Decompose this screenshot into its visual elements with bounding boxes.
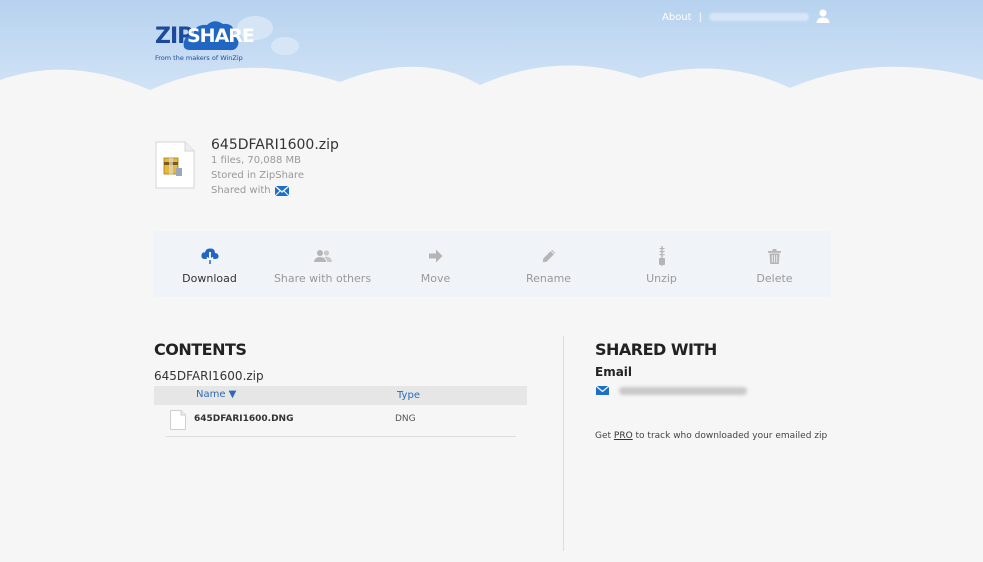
type-column-header[interactable]: Type bbox=[397, 390, 420, 401]
shared-with-heading: SHARED WITH bbox=[595, 340, 717, 359]
trash-icon bbox=[768, 248, 781, 264]
envelope-icon bbox=[596, 386, 609, 395]
move-label: Move bbox=[420, 272, 451, 285]
top-nav: About | bbox=[662, 10, 809, 24]
unzip-button[interactable]: Unzip bbox=[605, 231, 718, 297]
file-entry-name[interactable]: 645DFARI1600.DNG bbox=[194, 414, 293, 424]
section-divider bbox=[563, 336, 564, 551]
delete-button[interactable]: Delete bbox=[718, 231, 831, 297]
envelope-icon bbox=[274, 185, 289, 196]
unzip-label: Unzip bbox=[646, 272, 677, 285]
file-size-count: 1 files, 70,088 MB bbox=[211, 155, 301, 166]
table-row[interactable]: 645DFARI1600.DNG DNG bbox=[166, 407, 516, 437]
share-with-others-button[interactable]: Share with others bbox=[266, 231, 379, 297]
pencil-icon bbox=[542, 249, 555, 263]
move-button[interactable]: Move bbox=[379, 231, 492, 297]
zipshare-logo[interactable]: ZIP SHARE From the makers of WinZip bbox=[155, 18, 255, 66]
user-icon[interactable] bbox=[815, 8, 831, 24]
file-name: 645DFARI1600.zip bbox=[211, 137, 339, 153]
about-link[interactable]: About bbox=[662, 12, 692, 23]
file-entry-type: DNG bbox=[395, 414, 416, 424]
contents-zip-name: 645DFARI1600.zip bbox=[154, 369, 264, 383]
contents-table-header: Name ▼ Type bbox=[154, 386, 527, 405]
sky-background bbox=[0, 0, 983, 110]
rename-label: Rename bbox=[525, 272, 572, 285]
file-storage: Stored in ZipShare bbox=[211, 170, 305, 181]
logo-tagline: From the makers of WinZip bbox=[155, 54, 243, 62]
shared-email-row bbox=[596, 386, 747, 395]
page-header: ZIP SHARE From the makers of WinZip Abou… bbox=[0, 0, 983, 110]
shared-with-label: Shared with bbox=[211, 185, 271, 196]
share-with-others-label: Share with others bbox=[273, 272, 372, 285]
pro-suffix: to track who downloaded your emailed zip bbox=[632, 431, 828, 441]
users-icon bbox=[313, 250, 332, 262]
cloud-download-icon bbox=[200, 248, 219, 264]
delete-label: Delete bbox=[756, 272, 793, 285]
zip-file-icon bbox=[155, 141, 195, 189]
pro-prefix: Get bbox=[595, 431, 614, 441]
contents-heading: CONTENTS bbox=[154, 340, 247, 359]
rename-button[interactable]: Rename bbox=[492, 231, 605, 297]
zipper-icon bbox=[658, 246, 665, 266]
download-label: Download bbox=[182, 272, 237, 285]
download-button[interactable]: Download bbox=[153, 231, 266, 297]
email-label: Email bbox=[595, 365, 633, 379]
nav-separator: | bbox=[698, 11, 702, 23]
arrow-right-icon bbox=[428, 249, 442, 263]
file-icon bbox=[170, 410, 186, 430]
logo-share-text: SHARE bbox=[187, 25, 255, 47]
file-actions-toolbar: Download Share with others Move Rename U… bbox=[153, 231, 831, 297]
pro-upsell-text: Get PRO to track who downloaded your ema… bbox=[595, 431, 827, 441]
shared-email-blurred bbox=[619, 386, 747, 395]
name-column-header[interactable]: Name ▼ bbox=[196, 389, 236, 400]
user-email-blurred[interactable] bbox=[708, 13, 809, 21]
file-shared-with: Shared with bbox=[211, 185, 289, 196]
get-pro-link[interactable]: PRO bbox=[614, 431, 633, 441]
